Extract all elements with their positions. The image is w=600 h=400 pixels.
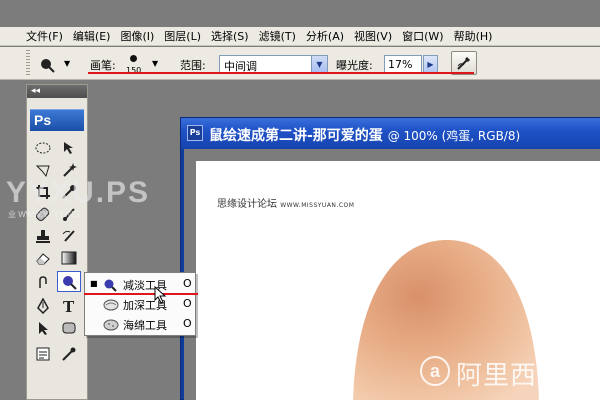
toning-tools-flyout: ■ 减淡工具 O 加深工具 O 海绵工具 O <box>84 272 196 336</box>
marquee-tool-icon[interactable] <box>31 137 55 158</box>
document-titlebar[interactable]: Ps 鼠绘速成第二讲-那可爱的蛋 @ 100% (鸡蛋, RGB/8) <box>181 118 600 149</box>
move-tool-icon[interactable] <box>57 137 81 158</box>
tool-preset-dropdown-icon[interactable]: ▼ <box>64 59 70 68</box>
chevron-down-icon: ▼ <box>152 59 159 68</box>
watermark-right-small: 开发 <box>572 348 591 358</box>
watermark-left-url: 业 WWW.YYXY.NET <box>8 210 82 219</box>
cursor-icon <box>154 285 168 307</box>
ps-document-icon: Ps <box>187 125 203 141</box>
pen-tool-icon[interactable] <box>31 295 55 316</box>
document-title: 鼠绘速成第二讲-那可爱的蛋 <box>209 128 383 144</box>
svg-text:T: T <box>63 298 75 314</box>
exposure-value: 17% <box>388 58 413 71</box>
eraser-tool-icon[interactable] <box>31 247 55 268</box>
menu-window[interactable]: 窗口(W) <box>402 28 443 44</box>
options-bar: ▼ 画笔: 150 ▼ 范围: 中间调 ▼ 曝光度: 17% ▶ <box>0 47 600 80</box>
dodge-tool-icon[interactable] <box>57 271 81 292</box>
menu-help[interactable]: 帮助(H) <box>454 28 493 44</box>
flyout-item-dodge[interactable]: ■ 减淡工具 O <box>85 274 197 295</box>
menu-image[interactable]: 图像(I) <box>120 28 154 44</box>
flyout-item-label: 海绵工具 <box>123 319 167 332</box>
ps-logo: Ps <box>30 109 84 131</box>
collapse-icon[interactable]: ◂◂ <box>31 86 40 96</box>
notes-tool-icon[interactable] <box>31 343 55 364</box>
options-bar-grip[interactable] <box>26 50 30 76</box>
watermark-right: a 阿里西西 开发 <box>418 346 600 400</box>
flyout-item-shortcut: O <box>183 317 192 330</box>
menu-select[interactable]: 选择(S) <box>211 28 249 44</box>
watermark-left-title: YYXU.PS <box>6 176 151 209</box>
flyout-item-shortcut: O <box>183 297 192 310</box>
flyout-item-shortcut: O <box>183 277 192 290</box>
menu-filter[interactable]: 滤镜(T) <box>259 28 296 44</box>
gradient-tool-icon[interactable] <box>57 247 81 268</box>
menu-analysis[interactable]: 分析(A) <box>306 28 344 44</box>
selected-indicator-icon: ■ <box>90 279 98 288</box>
airbrush-icon <box>457 57 470 70</box>
menu-view[interactable]: 视图(V) <box>354 28 392 44</box>
history-brush-tool-icon[interactable] <box>57 225 81 246</box>
tools-panel: ◂◂ Ps T <box>26 84 88 400</box>
flyout-item-sponge[interactable]: 海绵工具 O <box>85 314 197 335</box>
eyedropper-sample-tool-icon[interactable] <box>57 343 81 364</box>
shape-tool-icon[interactable] <box>57 317 81 338</box>
watermark-right-logo: a <box>420 356 450 386</box>
brush-label: 画笔: <box>90 59 116 72</box>
range-select[interactable]: 中间调 ▼ <box>219 55 328 73</box>
brush-preview-icon <box>130 55 137 62</box>
path-selection-tool-icon[interactable] <box>31 317 55 338</box>
burn-tool-icon <box>103 298 119 315</box>
tools-panel-header[interactable]: ◂◂ <box>27 85 87 98</box>
photoshop-window: 文件(F) 编辑(E) 图像(I) 图层(L) 选择(S) 滤镜(T) 分析(A… <box>0 0 600 400</box>
exposure-label: 曝光度: <box>336 59 373 72</box>
watermark-left: YYXU.PS 业 WWW.YYXY.NET <box>0 176 200 226</box>
sponge-tool-icon <box>103 318 119 335</box>
menu-edit[interactable]: 编辑(E) <box>73 28 111 44</box>
menu-layer[interactable]: 图层(L) <box>164 28 201 44</box>
annotation-underline <box>88 72 474 74</box>
smudge-tool-icon[interactable] <box>31 271 55 292</box>
flyout-item-burn[interactable]: 加深工具 O <box>85 294 197 315</box>
type-tool-icon[interactable]: T <box>57 295 81 316</box>
exposure-slider-button[interactable]: ▶ <box>423 55 438 73</box>
clone-stamp-tool-icon[interactable] <box>31 225 55 246</box>
menu-bar: 文件(F) 编辑(E) 图像(I) 图层(L) 选择(S) 滤镜(T) 分析(A… <box>0 27 600 46</box>
burn-tool-icon[interactable] <box>38 56 56 78</box>
flyout-annotation-underline <box>84 293 198 295</box>
range-label: 范围: <box>180 59 206 72</box>
watermark-right-text: 阿里西西 <box>456 360 565 390</box>
document-title-info: @ 100% (鸡蛋, RGB/8) <box>387 129 521 143</box>
chevron-down-icon[interactable]: ▼ <box>311 56 327 72</box>
menu-file[interactable]: 文件(F) <box>26 28 63 44</box>
exposure-field[interactable]: 17% <box>384 55 422 73</box>
